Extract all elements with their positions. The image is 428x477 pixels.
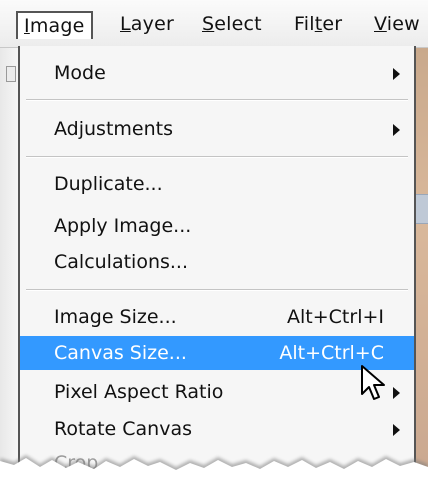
- menu-item-canvas-size[interactable]: Canvas Size... Alt+Ctrl+C: [20, 336, 414, 370]
- screen: Image Layer Select Filter View Mode Adju…: [0, 0, 428, 477]
- menu-item-image-size[interactable]: Image Size... Alt+Ctrl+I: [20, 300, 414, 334]
- menu-item-apply-image[interactable]: Apply Image...: [20, 209, 414, 243]
- mnemonic-letter: V: [374, 13, 387, 35]
- menu-filter[interactable]: Filter: [288, 11, 348, 39]
- app-background-right: [416, 48, 428, 477]
- mnemonic-letter: S: [202, 13, 215, 35]
- panel-fragment: [416, 194, 428, 224]
- app-background-left: [0, 48, 18, 477]
- menu-select[interactable]: Select: [196, 11, 268, 39]
- menu-item-mode[interactable]: Mode: [20, 56, 414, 90]
- mouse-pointer-icon: [361, 365, 385, 400]
- submenu-arrow-icon: [393, 68, 400, 80]
- torn-edge: [0, 455, 428, 477]
- menu-separator: [26, 156, 408, 158]
- menu-item-duplicate[interactable]: Duplicate...: [20, 167, 414, 201]
- menu-view[interactable]: View: [368, 11, 426, 39]
- menu-separator: [26, 99, 408, 101]
- menu-item-calculations[interactable]: Calculations...: [20, 245, 414, 279]
- menu-item-pixel-aspect-ratio[interactable]: Pixel Aspect Ratio: [20, 375, 414, 409]
- image-menu-dropdown: Mode Adjustments Duplicate... Apply Imag…: [18, 46, 416, 477]
- submenu-arrow-icon: [393, 387, 400, 399]
- submenu-arrow-icon: [393, 124, 400, 136]
- menu-separator: [26, 289, 408, 291]
- mnemonic-letter: L: [120, 13, 131, 35]
- menu-image[interactable]: Image: [16, 11, 93, 39]
- toolbar-control-fragment: [6, 66, 16, 82]
- menu-item-adjustments[interactable]: Adjustments: [20, 112, 414, 146]
- submenu-arrow-icon: [393, 424, 400, 436]
- menu-layer[interactable]: Layer: [114, 11, 180, 39]
- menu-bar: Image Layer Select Filter View: [0, 0, 428, 48]
